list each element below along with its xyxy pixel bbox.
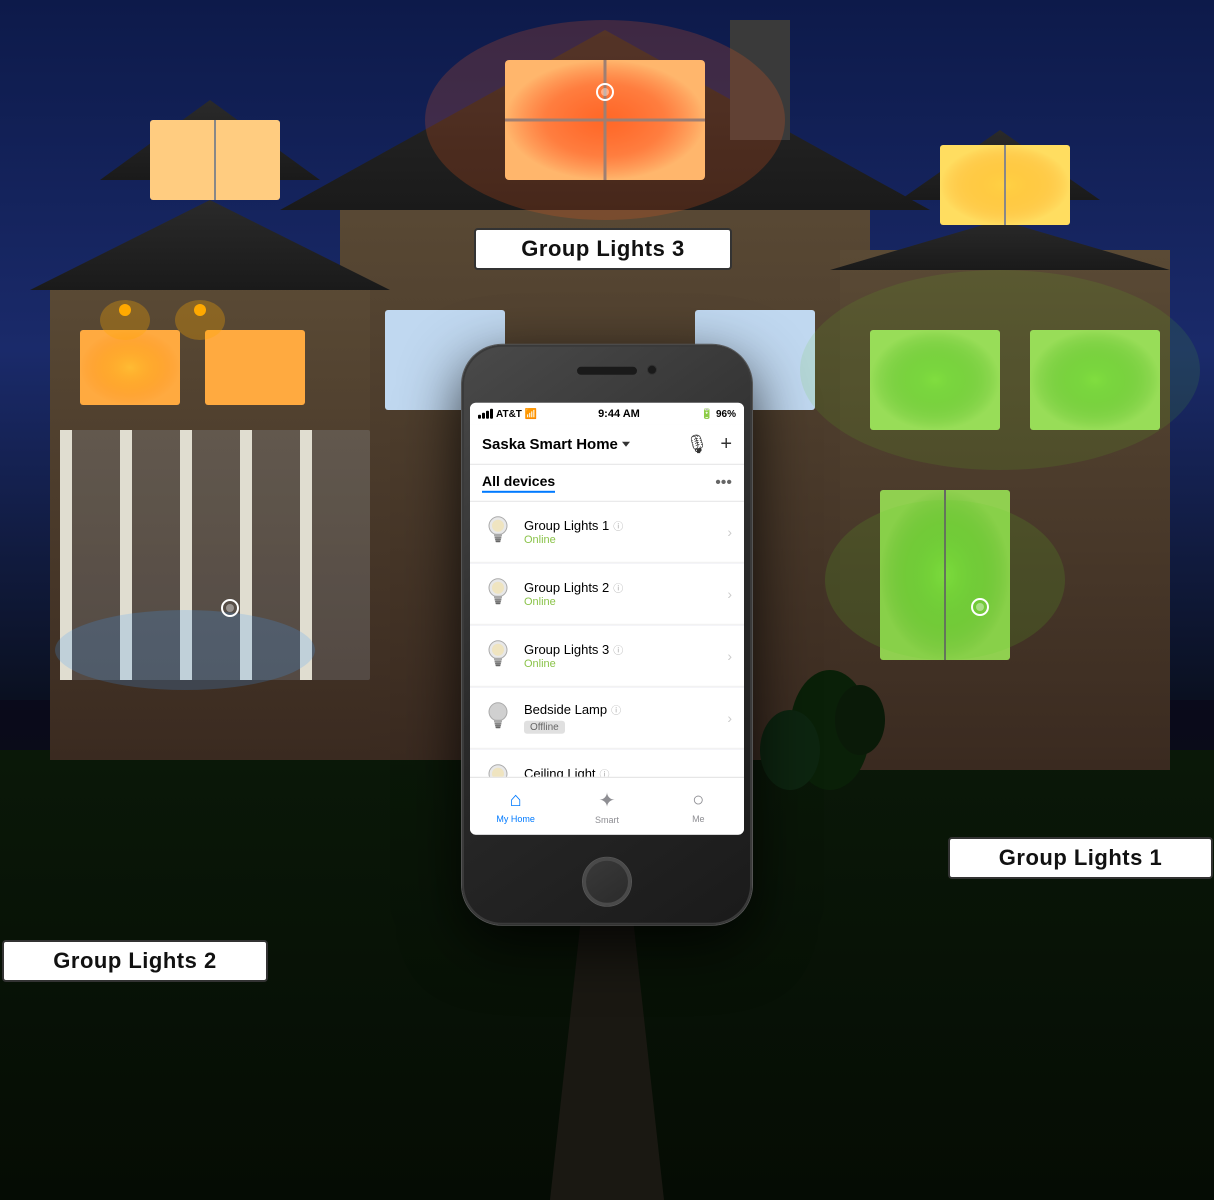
device-item[interactable]: Group Lights 2 ⓘ Online › (470, 564, 744, 625)
nav-label: Me (692, 814, 705, 824)
info-icon: ⓘ (611, 701, 621, 716)
device-info: Group Lights 1 ⓘ Online (524, 518, 717, 546)
mic-icon[interactable]: 🎙 (685, 434, 708, 455)
device-name: Group Lights 3 ⓘ (524, 642, 717, 657)
device-name: Group Lights 2 ⓘ (524, 580, 717, 595)
app-header[interactable]: Saska Smart Home 🎙 + (470, 425, 744, 465)
chevron-right-icon: › (727, 648, 732, 664)
signal-bar-2 (482, 413, 485, 419)
device-icon (482, 574, 514, 614)
app-title: Saska Smart Home (482, 436, 618, 453)
chevron-right-icon: › (727, 524, 732, 540)
phone-screen: AT&T 📶 9:44 AM 🔋 96% Saska Smart Home (470, 403, 744, 835)
nav-icon: ○ (692, 789, 704, 812)
nav-item-smart[interactable]: ✦ Smart (561, 788, 652, 825)
battery-label: 96% (716, 408, 736, 419)
section-header: All devices ••• (470, 465, 744, 502)
wifi-icon: 📶 (525, 408, 537, 419)
device-name: Group Lights 1 ⓘ (524, 518, 717, 533)
device-status: Offline (524, 720, 565, 733)
nav-label: Smart (595, 815, 619, 825)
nav-icon: ⌂ (510, 789, 522, 812)
battery-icon: 🔋 (701, 408, 713, 419)
device-info: Group Lights 3 ⓘ Online (524, 642, 717, 670)
device-info: Group Lights 2 ⓘ Online (524, 580, 717, 608)
device-item[interactable]: Group Lights 1 ⓘ Online › (470, 502, 744, 563)
device-item[interactable]: Bedside Lamp ⓘ Offline › (470, 688, 744, 749)
nav-label: My Home (496, 814, 535, 824)
signal-bar-1 (478, 415, 481, 419)
section-title: All devices (482, 473, 555, 493)
signal-bars (478, 409, 493, 419)
status-right: 🔋 96% (701, 408, 736, 419)
group-lights-2-label: Group Lights 2 (2, 940, 268, 982)
info-icon: ⓘ (613, 518, 623, 533)
nav-item-my-home[interactable]: ⌂ My Home (470, 789, 561, 824)
signal-bar-4 (490, 409, 493, 419)
group-lights-1-label: Group Lights 1 (948, 837, 1213, 879)
nav-icon: ✦ (599, 788, 616, 813)
add-device-button[interactable]: + (720, 433, 732, 456)
header-actions: 🎙 + (685, 433, 732, 456)
more-options-button[interactable]: ••• (715, 474, 732, 492)
device-list: Group Lights 1 ⓘ Online › Group Lights 2… (470, 502, 744, 811)
device-icon (482, 512, 514, 552)
device-info: Bedside Lamp ⓘ Offline (524, 701, 717, 734)
phone-speaker (577, 367, 637, 375)
group-lights-3-label: Group Lights 3 (474, 228, 732, 270)
chevron-down-icon[interactable] (622, 442, 630, 447)
bottom-nav: ⌂ My Home ✦ Smart ○ Me (470, 777, 744, 835)
device-icon (482, 636, 514, 676)
app-title-container[interactable]: Saska Smart Home (482, 436, 630, 453)
phone-body: AT&T 📶 9:44 AM 🔋 96% Saska Smart Home (462, 345, 752, 925)
device-name: Bedside Lamp ⓘ (524, 701, 717, 716)
device-item[interactable]: Group Lights 3 ⓘ Online › (470, 626, 744, 687)
info-icon: ⓘ (613, 642, 623, 657)
phone: AT&T 📶 9:44 AM 🔋 96% Saska Smart Home (462, 345, 752, 925)
info-icon: ⓘ (613, 580, 623, 595)
chevron-right-icon: › (727, 710, 732, 726)
status-left: AT&T 📶 (478, 408, 537, 419)
device-status: Online (524, 534, 717, 546)
clock: 9:44 AM (598, 408, 640, 420)
signal-bar-3 (486, 411, 489, 419)
device-status: Online (524, 596, 717, 608)
chevron-right-icon: › (727, 586, 732, 602)
carrier-label: AT&T (496, 408, 522, 419)
status-bar: AT&T 📶 9:44 AM 🔋 96% (470, 403, 744, 425)
device-icon (482, 698, 514, 738)
device-status: Online (524, 658, 717, 670)
background-scene: Group Lights 3 Group Lights 1 Group Ligh… (0, 0, 1214, 1200)
home-button[interactable] (582, 857, 632, 907)
nav-item-me[interactable]: ○ Me (653, 789, 744, 824)
phone-camera (647, 365, 657, 375)
